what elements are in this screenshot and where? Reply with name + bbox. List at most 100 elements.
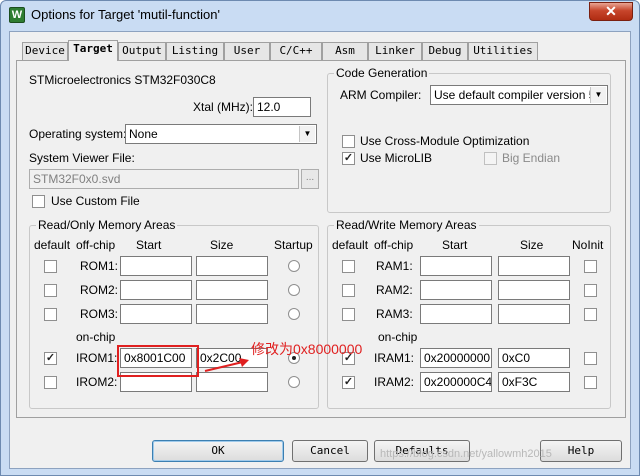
- code-generation-title: Code Generation: [334, 66, 430, 80]
- rw-on-chip-label: on-chip: [378, 330, 418, 344]
- xtal-input[interactable]: 12.0: [253, 97, 311, 117]
- irom1-label: IROM1:: [76, 351, 118, 365]
- cross-module-checkbox[interactable]: [342, 135, 355, 148]
- rom2-start-input[interactable]: [120, 280, 192, 300]
- dialog-client: Device Target Output Listing User C/C++ …: [9, 31, 631, 469]
- tab-device[interactable]: Device: [22, 42, 68, 60]
- use-custom-file-label: Use Custom File: [51, 194, 140, 208]
- iram1-size-input[interactable]: 0xC0: [498, 348, 570, 368]
- ok-button[interactable]: OK: [152, 440, 284, 462]
- rw-header-off-chip: off-chip: [374, 238, 414, 252]
- ro-header-startup: Startup: [274, 238, 313, 252]
- iram2-label: IRAM2:: [374, 375, 415, 389]
- svd-browse-button[interactable]: ...: [301, 169, 319, 189]
- ram1-default-checkbox[interactable]: [342, 260, 355, 273]
- rom1-start-input[interactable]: [120, 256, 192, 276]
- ram3-start-input[interactable]: [420, 304, 492, 324]
- title-bar[interactable]: W Options for Target 'mutil-function' ✕: [1, 1, 639, 29]
- ro-memory-title: Read/Only Memory Areas: [36, 218, 178, 232]
- tab-listing[interactable]: Listing: [166, 42, 224, 60]
- rom3-start-input[interactable]: [120, 304, 192, 324]
- iram1-start-input[interactable]: 0x20000000: [420, 348, 492, 368]
- ram2-noinit-checkbox[interactable]: [584, 284, 597, 297]
- os-select-value: None: [129, 127, 158, 141]
- rom1-label: ROM1:: [80, 259, 119, 273]
- svd-file-input[interactable]: STM32F0x0.svd: [29, 169, 299, 189]
- rom3-startup-radio[interactable]: [288, 308, 300, 320]
- iram2-size-input[interactable]: 0xF3C: [498, 372, 570, 392]
- ro-header-size: Size: [210, 238, 234, 252]
- ram3-size-input[interactable]: [498, 304, 570, 324]
- tab-linker[interactable]: Linker: [368, 42, 422, 60]
- tab-output[interactable]: Output: [118, 42, 166, 60]
- os-select[interactable]: None ▼: [125, 124, 317, 144]
- iram2-noinit-checkbox[interactable]: [584, 376, 597, 389]
- xtal-label: Xtal (MHz):: [193, 100, 253, 114]
- keil-app-icon: W: [9, 7, 25, 23]
- irom2-startup-radio[interactable]: [288, 376, 300, 388]
- rom2-size-input[interactable]: [196, 280, 268, 300]
- irom2-size-input[interactable]: [196, 372, 268, 392]
- rom1-default-checkbox[interactable]: [44, 260, 57, 273]
- rw-header-start: Start: [442, 238, 468, 252]
- arm-compiler-label: ARM Compiler:: [340, 88, 422, 102]
- irom1-default-checkbox[interactable]: ✓: [44, 352, 57, 365]
- tab-debug[interactable]: Debug: [422, 42, 468, 60]
- rw-header-noinit: NoInit: [572, 238, 604, 252]
- iram1-label: IRAM1:: [374, 351, 415, 365]
- rom3-label: ROM3:: [80, 307, 119, 321]
- rw-memory-group: Read/Write Memory Areas default off-chip…: [327, 218, 611, 409]
- arm-compiler-select[interactable]: Use default compiler version 5 ▼: [430, 85, 608, 105]
- close-button[interactable]: ✕: [589, 2, 633, 21]
- iram1-noinit-checkbox[interactable]: [584, 352, 597, 365]
- tab-target[interactable]: Target: [68, 40, 118, 61]
- tab-user[interactable]: User: [224, 42, 270, 60]
- rom3-default-checkbox[interactable]: [44, 308, 57, 321]
- close-icon: ✕: [605, 3, 617, 19]
- rw-header-size: Size: [520, 238, 544, 252]
- device-name: STMicroelectronics STM32F030C8: [29, 73, 216, 87]
- tab-asm[interactable]: Asm: [322, 42, 368, 60]
- rom2-label: ROM2:: [80, 283, 119, 297]
- rom1-startup-radio[interactable]: [288, 260, 300, 272]
- rom1-size-input[interactable]: [196, 256, 268, 276]
- chevron-down-icon: ▼: [299, 126, 315, 142]
- rw-memory-title: Read/Write Memory Areas: [334, 218, 479, 232]
- rw-header-default: default: [332, 238, 369, 252]
- ram3-noinit-checkbox[interactable]: [584, 308, 597, 321]
- watermark-text: https://blog.csdn.net/yallowmh2015: [380, 448, 552, 460]
- ram3-default-checkbox[interactable]: [342, 308, 355, 321]
- ram2-size-input[interactable]: [498, 280, 570, 300]
- irom2-default-checkbox[interactable]: [44, 376, 57, 389]
- tab-utilities[interactable]: Utilities: [468, 42, 538, 60]
- big-endian-label: Big Endian: [502, 151, 561, 165]
- microlib-label: Use MicroLIB: [360, 151, 433, 165]
- rom2-startup-radio[interactable]: [288, 284, 300, 296]
- ram1-noinit-checkbox[interactable]: [584, 260, 597, 273]
- tab-c-cpp[interactable]: C/C++: [270, 42, 322, 60]
- ram2-start-input[interactable]: [420, 280, 492, 300]
- window-title: Options for Target 'mutil-function': [31, 7, 220, 22]
- annotation-text: 修改为0x8000000: [251, 341, 363, 357]
- irom1-start-highlight: [117, 345, 199, 377]
- svd-label: System Viewer File:: [29, 151, 135, 165]
- irom2-label: IROM2:: [76, 375, 118, 389]
- chevron-down-icon: ▼: [590, 87, 606, 103]
- iram2-start-input[interactable]: 0x200000C4: [420, 372, 492, 392]
- big-endian-checkbox[interactable]: [484, 152, 497, 165]
- ram1-start-input[interactable]: [420, 256, 492, 276]
- ram1-size-input[interactable]: [498, 256, 570, 276]
- rom3-size-input[interactable]: [196, 304, 268, 324]
- use-custom-file-checkbox[interactable]: [32, 195, 45, 208]
- ro-header-off-chip: off-chip: [76, 238, 116, 252]
- ram2-default-checkbox[interactable]: [342, 284, 355, 297]
- microlib-checkbox[interactable]: ✓: [342, 152, 355, 165]
- options-dialog: W Options for Target 'mutil-function' ✕ …: [0, 0, 640, 476]
- rom2-default-checkbox[interactable]: [44, 284, 57, 297]
- cross-module-label: Use Cross-Module Optimization: [360, 134, 530, 148]
- ram3-label: RAM3:: [376, 307, 413, 321]
- arm-compiler-value: Use default compiler version 5: [434, 88, 596, 102]
- help-button[interactable]: Help: [540, 440, 622, 462]
- cancel-button[interactable]: Cancel: [292, 440, 368, 462]
- iram2-default-checkbox[interactable]: ✓: [342, 376, 355, 389]
